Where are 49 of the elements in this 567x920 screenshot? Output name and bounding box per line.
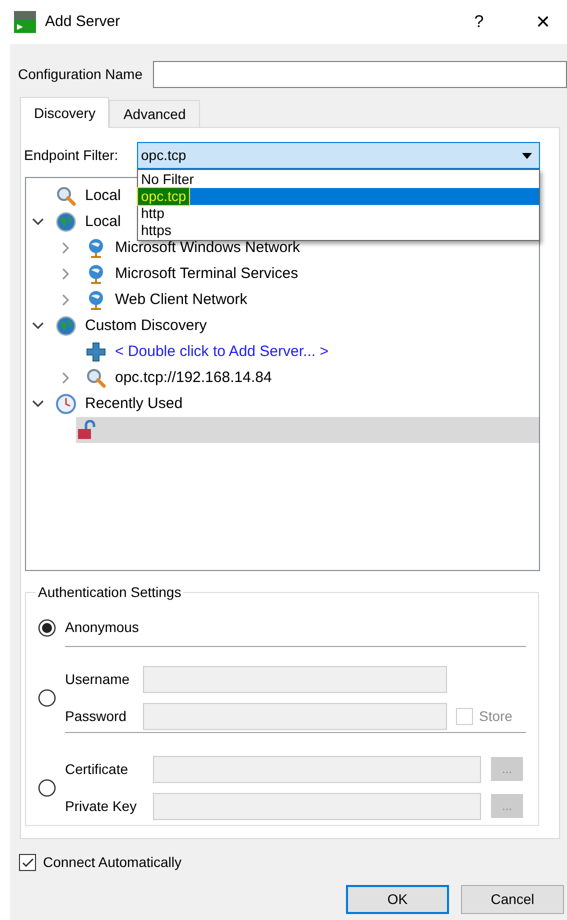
tree-item[interactable]: Local	[85, 184, 121, 208]
field-label: Password	[65, 706, 128, 726]
radio-button[interactable]	[38, 618, 56, 636]
tree-item[interactable]: Custom Discovery	[85, 314, 207, 338]
tab[interactable]: Advanced	[109, 100, 200, 128]
dropdown-option[interactable]: opc.tcp	[138, 188, 539, 205]
checkbox-label: Connect Automatically	[43, 853, 182, 872]
dropdown-option[interactable]: No Filter	[138, 171, 539, 188]
endpoint-filter-dropdown[interactable]: opc.tcp	[137, 142, 540, 169]
caret-icon	[522, 152, 532, 158]
close-button[interactable]: ✕	[533, 8, 553, 36]
configuration-name-field[interactable]	[152, 61, 567, 88]
tree-item[interactable]: Web Client Network	[115, 288, 248, 312]
cancel-button[interactable]: Cancel	[461, 885, 564, 914]
plus-icon	[86, 342, 106, 362]
network-globe-icon	[86, 264, 106, 284]
tree-item[interactable]: opc.tcp://192.168.14.84	[115, 366, 272, 390]
dropdown-option[interactable]: https	[138, 222, 539, 239]
field-label: Username	[65, 670, 131, 688]
tab[interactable]: Discovery	[20, 97, 110, 128]
clock-icon	[56, 394, 76, 414]
radio-label: Anonymous	[65, 618, 139, 637]
tree-item[interactable]: Microsoft Windows Network	[115, 236, 300, 260]
network-globe-icon	[86, 238, 106, 258]
window-title: Add Server	[45, 12, 120, 32]
app-icon	[14, 11, 36, 33]
magnifier-icon	[56, 186, 76, 206]
radio-button[interactable]	[38, 778, 56, 796]
ok-button[interactable]: OK	[346, 885, 449, 914]
field-label: Endpoint Filter:	[24, 146, 118, 165]
field-label: Configuration Name	[18, 65, 143, 84]
dropdown-option[interactable]: http	[138, 205, 539, 222]
magnifier-icon	[86, 368, 106, 388]
globe-icon	[56, 212, 76, 232]
checkbox[interactable]	[19, 854, 36, 871]
field-label: Certificate	[65, 760, 130, 778]
radio-button[interactable]	[38, 688, 56, 706]
checkbox-label: Store	[479, 706, 512, 726]
network-globe-icon	[86, 290, 106, 310]
help-button[interactable]: ?	[469, 9, 489, 35]
padlock-icon	[76, 420, 96, 440]
add-server-link[interactable]: < Double click to Add Server... >	[115, 340, 328, 364]
globe-icon	[56, 316, 76, 336]
tree-row[interactable]	[76, 417, 539, 443]
checkmark-icon	[22, 858, 34, 868]
tree-item[interactable]: Microsoft Terminal Services	[115, 262, 298, 286]
tree-item[interactable]: Recently Used	[85, 392, 183, 416]
field-label: Private Key	[65, 796, 138, 816]
tree-item[interactable]: Local	[85, 210, 121, 234]
